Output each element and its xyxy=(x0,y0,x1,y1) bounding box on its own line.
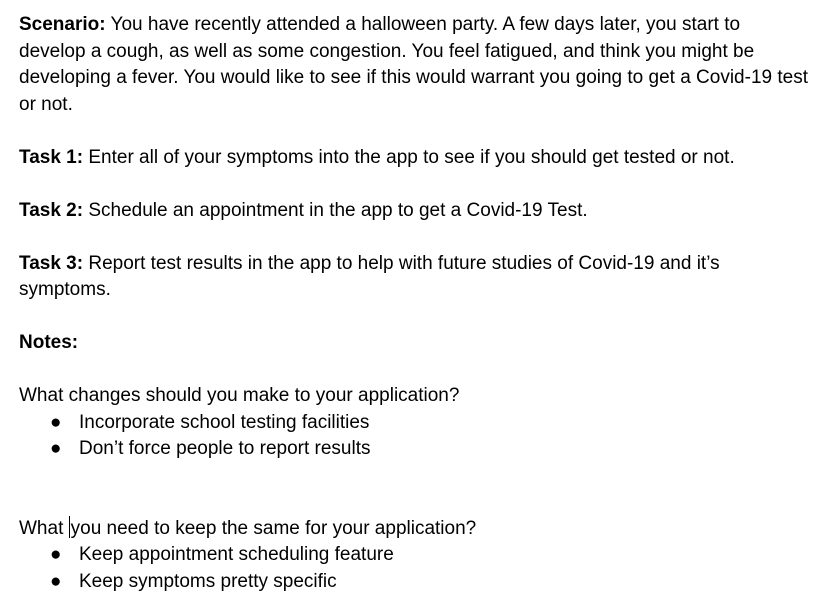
task-1-label: Task 1: xyxy=(19,146,84,168)
scenario-paragraph: Scenario: You have recently attended a h… xyxy=(19,12,809,118)
notes-heading: Notes: xyxy=(19,330,809,357)
keep-question: What you need to keep the same for your … xyxy=(19,515,809,543)
list-item-text: Don’t force people to report results xyxy=(79,438,371,459)
scenario-text: You have recently attended a halloween p… xyxy=(19,14,808,115)
blank-lines xyxy=(19,463,809,516)
task-1-text: Enter all of your symptoms into the app … xyxy=(83,146,735,168)
task-1-paragraph: Task 1: Enter all of your symptoms into … xyxy=(19,145,809,172)
list-item-text: Keep symptoms pretty specific xyxy=(79,570,337,592)
task-3-label: Task 3: xyxy=(19,252,84,274)
list-item: ● Don’t force people to report results xyxy=(19,436,809,463)
keep-list: ● Keep appointment scheduling feature ● … xyxy=(19,542,809,595)
list-item: ● Keep symptoms pretty specific xyxy=(19,569,809,596)
keep-question-end: you need to keep the same for your appli… xyxy=(70,517,477,539)
task-2-label: Task 2: xyxy=(19,199,84,221)
task-2-text: Schedule an appointment in the app to ge… xyxy=(83,199,588,221)
list-item: ● Incorporate school testing facilities xyxy=(19,410,809,437)
scenario-label: Scenario: xyxy=(19,14,106,35)
changes-question: What changes should you make to your app… xyxy=(19,385,460,406)
keep-question-start: What xyxy=(19,517,69,539)
document-body[interactable]: Scenario: You have recently attended a h… xyxy=(19,12,809,595)
bullet-icon: ● xyxy=(50,411,62,433)
notes-label: Notes: xyxy=(19,332,79,353)
task-3-text: Report test results in the app to help w… xyxy=(19,252,720,301)
list-item-text: Keep appointment scheduling feature xyxy=(79,544,394,565)
list-item: ● Keep appointment scheduling feature xyxy=(19,542,809,569)
list-item-text: Incorporate school testing facilities xyxy=(79,411,370,433)
changes-list: ● Incorporate school testing facilities … xyxy=(19,410,809,463)
text-cursor xyxy=(68,515,70,538)
bullet-icon: ● xyxy=(50,570,62,592)
task-3-paragraph: Task 3: Report test results in the app t… xyxy=(19,251,809,304)
bullet-icon: ● xyxy=(50,544,62,565)
task-2-paragraph: Task 2: Schedule an appointment in the a… xyxy=(19,198,809,225)
bullet-icon: ● xyxy=(50,438,62,459)
